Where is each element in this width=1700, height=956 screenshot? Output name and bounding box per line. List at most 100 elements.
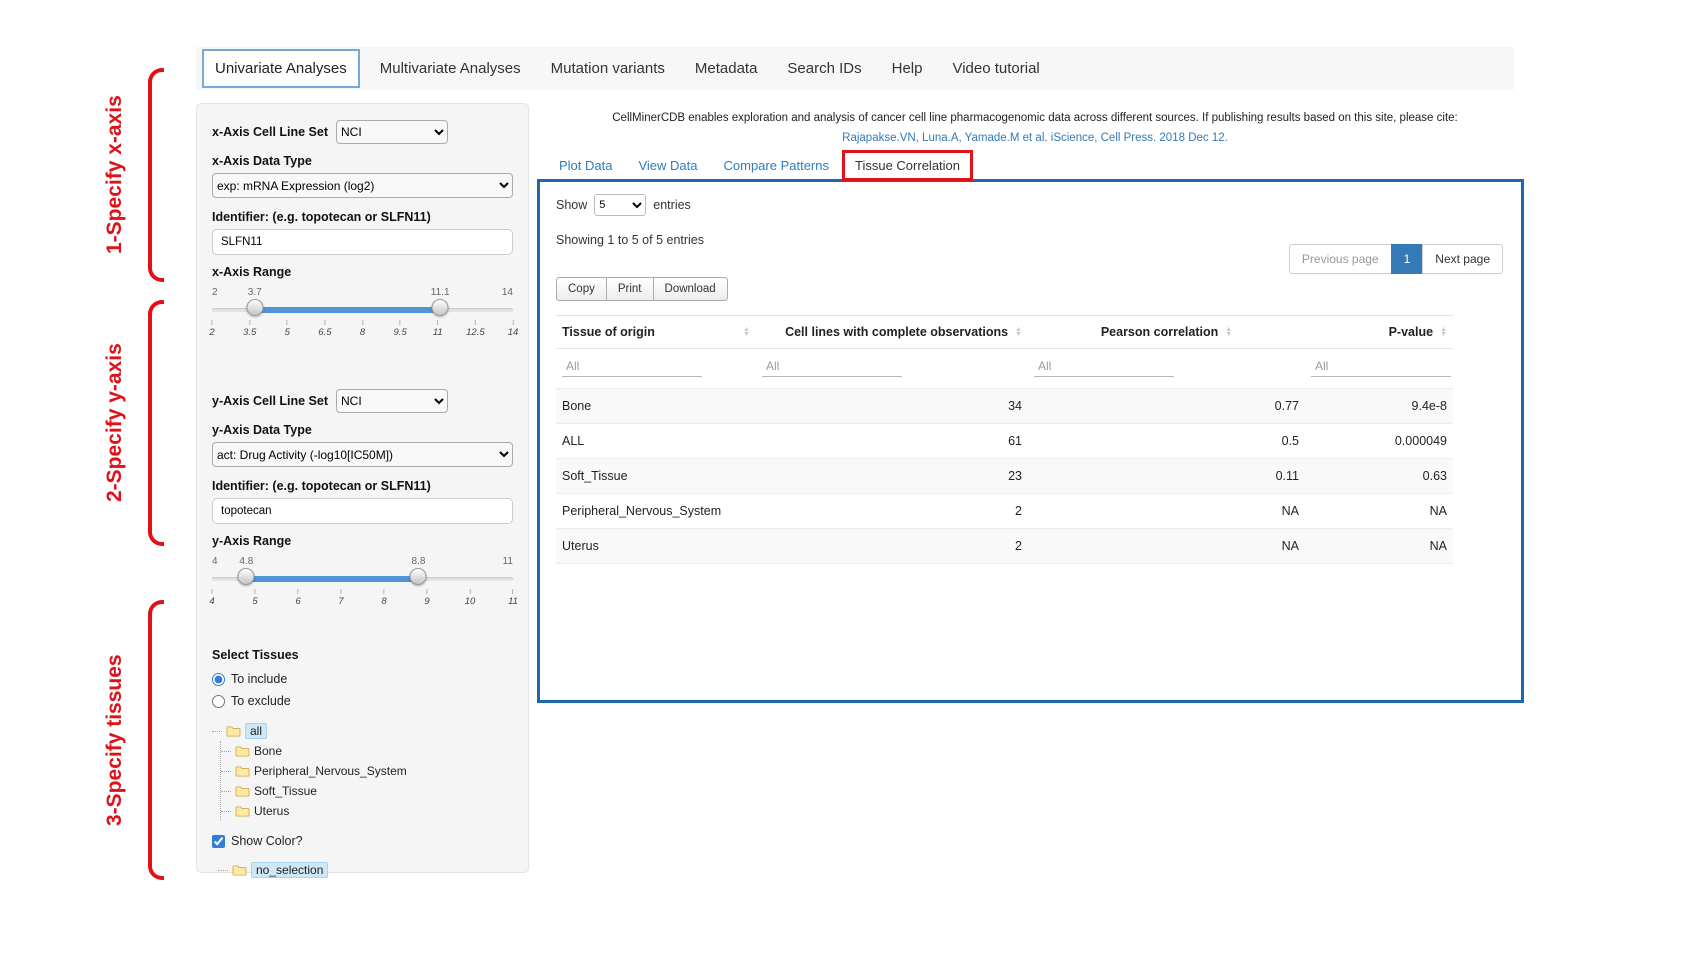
slider-tick: 3.5 [243, 320, 256, 338]
table-row: Peripheral_Nervous_System 2 NA NA [556, 494, 1453, 529]
y-cell-line-set-select[interactable]: NCI [336, 389, 448, 413]
tree-connector [221, 811, 231, 812]
nav-tab-video-tutorial[interactable]: Video tutorial [937, 54, 1054, 83]
show-color-row[interactable]: Show Color? [212, 834, 513, 848]
cell-cell-lines: 23 [756, 459, 1028, 494]
x-range-ticks: 2 3.5 5 6.5 8 9.5 11 12.5 14 [212, 320, 513, 344]
col-header-cell-lines[interactable]: Cell lines with complete observations ▲▼ [756, 316, 1028, 349]
print-button[interactable]: Print [606, 277, 654, 301]
exclude-radio[interactable] [212, 695, 225, 708]
no-selection-label: no_selection [251, 862, 328, 878]
copy-button[interactable]: Copy [556, 277, 607, 301]
nav-tab-metadata[interactable]: Metadata [680, 54, 773, 83]
x-identifier-input[interactable] [212, 229, 513, 255]
slider-tick: 8 [381, 589, 386, 607]
nav-tab-multivariate-analyses[interactable]: Multivariate Analyses [365, 54, 536, 83]
x-range-label: x-Axis Range [212, 265, 513, 279]
folder-icon [235, 785, 250, 798]
previous-page-button[interactable]: Previous page [1289, 244, 1392, 274]
annotation-step1-label: 1-Specify x-axis [100, 68, 130, 282]
x-range-bar [255, 307, 440, 313]
x-identifier-label: Identifier: (e.g. topotecan or SLFN11) [212, 210, 513, 224]
y-range-bar [246, 576, 418, 582]
tree-node-no-selection[interactable]: no_selection [218, 860, 513, 880]
download-button[interactable]: Download [653, 277, 728, 301]
x-range-handle-high[interactable] [432, 299, 449, 316]
slider-tick: 2 [209, 320, 214, 338]
filter-p-value-input[interactable] [1311, 356, 1451, 377]
annotation-step3-label: 3-Specify tissues [100, 600, 130, 880]
y-range-label: y-Axis Range [212, 534, 513, 548]
sort-icon[interactable]: ▲▼ [1440, 327, 1447, 338]
y-range-handle-high[interactable] [410, 568, 427, 585]
include-radio-row[interactable]: To include [212, 672, 513, 686]
nav-tab-search-ids[interactable]: Search IDs [772, 54, 876, 83]
col-header-p-value[interactable]: P-value ▲▼ [1305, 316, 1453, 349]
cell-pearson: 0.77 [1028, 389, 1305, 424]
y-identifier-input[interactable] [212, 498, 513, 524]
y-range-handle-low[interactable] [238, 568, 255, 585]
tree-node-all[interactable]: all [212, 721, 513, 741]
folder-icon [235, 805, 250, 818]
nav-tab-help[interactable]: Help [877, 54, 938, 83]
col-header-tissue-of-origin[interactable]: Tissue of origin ▲▼ [556, 316, 756, 349]
sort-icon[interactable]: ▲▼ [743, 327, 750, 338]
subtab-tissue-correlation[interactable]: Tissue Correlation [842, 150, 973, 181]
tree-connector [212, 731, 222, 732]
nav-tab-mutation-variants[interactable]: Mutation variants [536, 54, 680, 83]
slider-tick: 12.5 [466, 320, 485, 338]
pagination: Previous page 1 Next page [1290, 244, 1503, 274]
next-page-button[interactable]: Next page [1422, 244, 1503, 274]
tree-node-bone[interactable]: Bone [221, 741, 513, 761]
x-cell-line-set-select[interactable]: NCI [336, 120, 448, 144]
tissue-correlation-panel: Show 5 entries Showing 1 to 5 of 5 entri… [537, 179, 1524, 703]
y-axis-section: y-Axis Cell Line Set NCI y-Axis Data Typ… [212, 389, 513, 616]
tissues-section: Select Tissues To include To exclude all [212, 646, 513, 880]
x-data-type-select[interactable]: exp: mRNA Expression (log2) [212, 173, 513, 198]
page-size-row: Show 5 entries [556, 194, 1505, 216]
slider-tick: 5 [252, 589, 257, 607]
folder-icon [235, 745, 250, 758]
exclude-radio-row[interactable]: To exclude [212, 694, 513, 708]
x-range-handle-low[interactable] [246, 299, 263, 316]
slider-tick: 6 [295, 589, 300, 607]
subtab-plot-data[interactable]: Plot Data [546, 152, 625, 179]
sort-icon[interactable]: ▲▼ [1015, 327, 1022, 338]
table-header-row: Tissue of origin ▲▼ Cell lines with comp… [556, 316, 1453, 349]
control-sidebar: x-Axis Cell Line Set NCI x-Axis Data Typ… [196, 103, 529, 873]
folder-icon [232, 864, 247, 877]
slider-tick: 11 [433, 320, 443, 338]
tree-node-peripheral-nervous-system[interactable]: Peripheral_Nervous_System [221, 761, 513, 781]
page-1-button[interactable]: 1 [1391, 244, 1424, 274]
citation-link[interactable]: Rajapakse.VN, Luna.A, Yamade.M et al. iS… [842, 130, 1228, 147]
no-selection-tree: no_selection [218, 860, 513, 880]
filter-tissue-input[interactable] [562, 356, 702, 377]
include-radio[interactable] [212, 673, 225, 686]
subtab-view-data[interactable]: View Data [625, 152, 710, 179]
cell-pearson: NA [1028, 529, 1305, 564]
tree-node-all-label: all [245, 723, 267, 739]
subtab-compare-patterns[interactable]: Compare Patterns [711, 152, 843, 179]
slider-tick: 10 [465, 589, 476, 607]
intro-text: CellMinerCDB enables exploration and ana… [545, 110, 1525, 127]
filter-pearson-input[interactable] [1034, 356, 1174, 377]
sort-icon[interactable]: ▲▼ [1225, 327, 1232, 338]
tree-connector [221, 791, 231, 792]
table-filter-row [556, 349, 1453, 389]
tree-node-soft-tissue[interactable]: Soft_Tissue [221, 781, 513, 801]
x-range-min-label: 2 [212, 287, 218, 298]
y-data-type-select[interactable]: act: Drug Activity (-log10[IC50M]) [212, 442, 513, 467]
include-radio-label: To include [231, 672, 287, 686]
page-size-select[interactable]: 5 [594, 194, 646, 216]
tree-node-label: Bone [254, 744, 282, 758]
nav-tab-univariate-analyses[interactable]: Univariate Analyses [202, 49, 360, 88]
x-range-to-label: 11.1 [431, 287, 450, 298]
x-axis-range-slider: 2 3.7 11.1 14 2 3.5 5 6.5 8 9.5 11 12.5 … [212, 287, 513, 347]
cell-p-value: NA [1305, 494, 1453, 529]
tree-node-uterus[interactable]: Uterus [221, 801, 513, 821]
show-color-checkbox[interactable] [212, 835, 225, 848]
show-color-label: Show Color? [231, 834, 303, 848]
tree-connector [218, 870, 228, 871]
filter-cell-lines-input[interactable] [762, 356, 902, 377]
col-header-pearson-correlation[interactable]: Pearson correlation ▲▼ [1028, 316, 1305, 349]
